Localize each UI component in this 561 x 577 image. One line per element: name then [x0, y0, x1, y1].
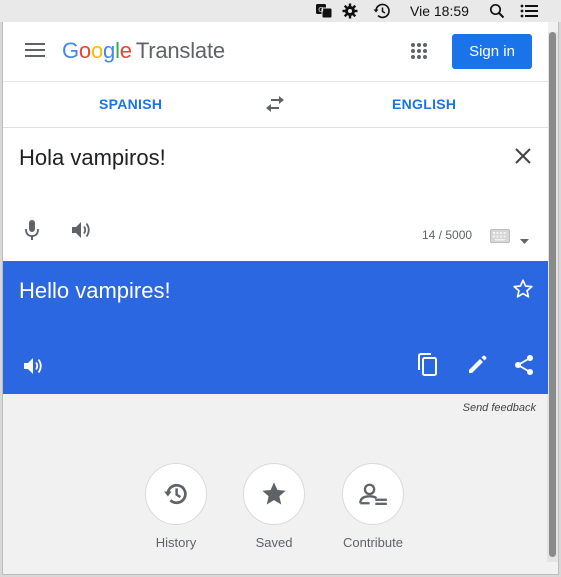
target-language-button[interactable]: ENGLISH — [392, 96, 456, 112]
keyboard-icon[interactable] — [490, 229, 510, 243]
saved-label: Saved — [255, 535, 293, 550]
google-translate-logo: Google Translate — [62, 38, 225, 64]
sign-in-button[interactable]: Sign in — [452, 34, 532, 69]
share-icon[interactable] — [513, 354, 535, 376]
scrollbar[interactable] — [547, 32, 558, 562]
history-icon — [164, 483, 187, 505]
swap-arrows-icon[interactable] — [265, 95, 285, 113]
contribute-label: Contribute — [343, 535, 403, 550]
saved-button[interactable]: Saved — [234, 463, 314, 550]
history-label: History — [155, 535, 197, 550]
history-button[interactable]: History — [136, 463, 216, 550]
time-machine-icon[interactable] — [371, 3, 393, 19]
menubar-clock[interactable]: Vie 18:59 — [410, 3, 469, 19]
source-speaker-icon[interactable] — [70, 220, 92, 240]
character-count: 14 / 5000 — [422, 228, 473, 242]
contribute-circle[interactable] — [342, 463, 404, 525]
logo-google-wordmark: Google — [62, 38, 132, 63]
edit-pencil-icon[interactable] — [466, 354, 488, 376]
macos-menu-bar: G Vie 18:59 — [0, 0, 561, 22]
svg-text:G: G — [318, 6, 323, 14]
dropdown-arrow-icon[interactable] — [520, 232, 529, 244]
star-icon — [262, 482, 286, 505]
scrollbar-thumb[interactable] — [549, 32, 556, 557]
source-text-area[interactable]: Hola vampiros! 14 / 5000 — [3, 128, 548, 261]
saved-circle[interactable] — [243, 463, 305, 525]
translate-popup: Google Translate Sign in SPANISH ENGLISH … — [2, 22, 559, 575]
microphone-icon[interactable] — [24, 218, 40, 242]
language-bar: SPANISH ENGLISH — [3, 81, 548, 128]
spotlight-search-icon[interactable] — [488, 3, 506, 19]
apps-grid-icon[interactable] — [410, 42, 428, 60]
gear-icon[interactable] — [341, 3, 359, 19]
logo-product-name: Translate — [135, 38, 225, 63]
source-language-button[interactable]: SPANISH — [99, 96, 162, 112]
source-text[interactable]: Hola vampiros! — [19, 145, 166, 171]
result-speaker-icon[interactable] — [22, 356, 44, 376]
header: Google Translate Sign in — [3, 22, 548, 81]
history-circle[interactable] — [145, 463, 207, 525]
contribute-button[interactable]: Contribute — [333, 463, 413, 550]
translation-result: Hello vampires! — [3, 261, 548, 394]
star-icon[interactable] — [512, 278, 534, 300]
translated-text: Hello vampires! — [19, 278, 171, 303]
copy-icon[interactable] — [416, 353, 438, 377]
notification-center-icon[interactable] — [519, 3, 539, 19]
clear-icon[interactable] — [514, 147, 532, 165]
translate-icon[interactable]: G — [315, 3, 333, 19]
send-feedback-link[interactable]: Send feedback — [463, 402, 536, 414]
contribute-icon — [359, 483, 387, 505]
hamburger-menu-icon[interactable] — [25, 42, 45, 58]
